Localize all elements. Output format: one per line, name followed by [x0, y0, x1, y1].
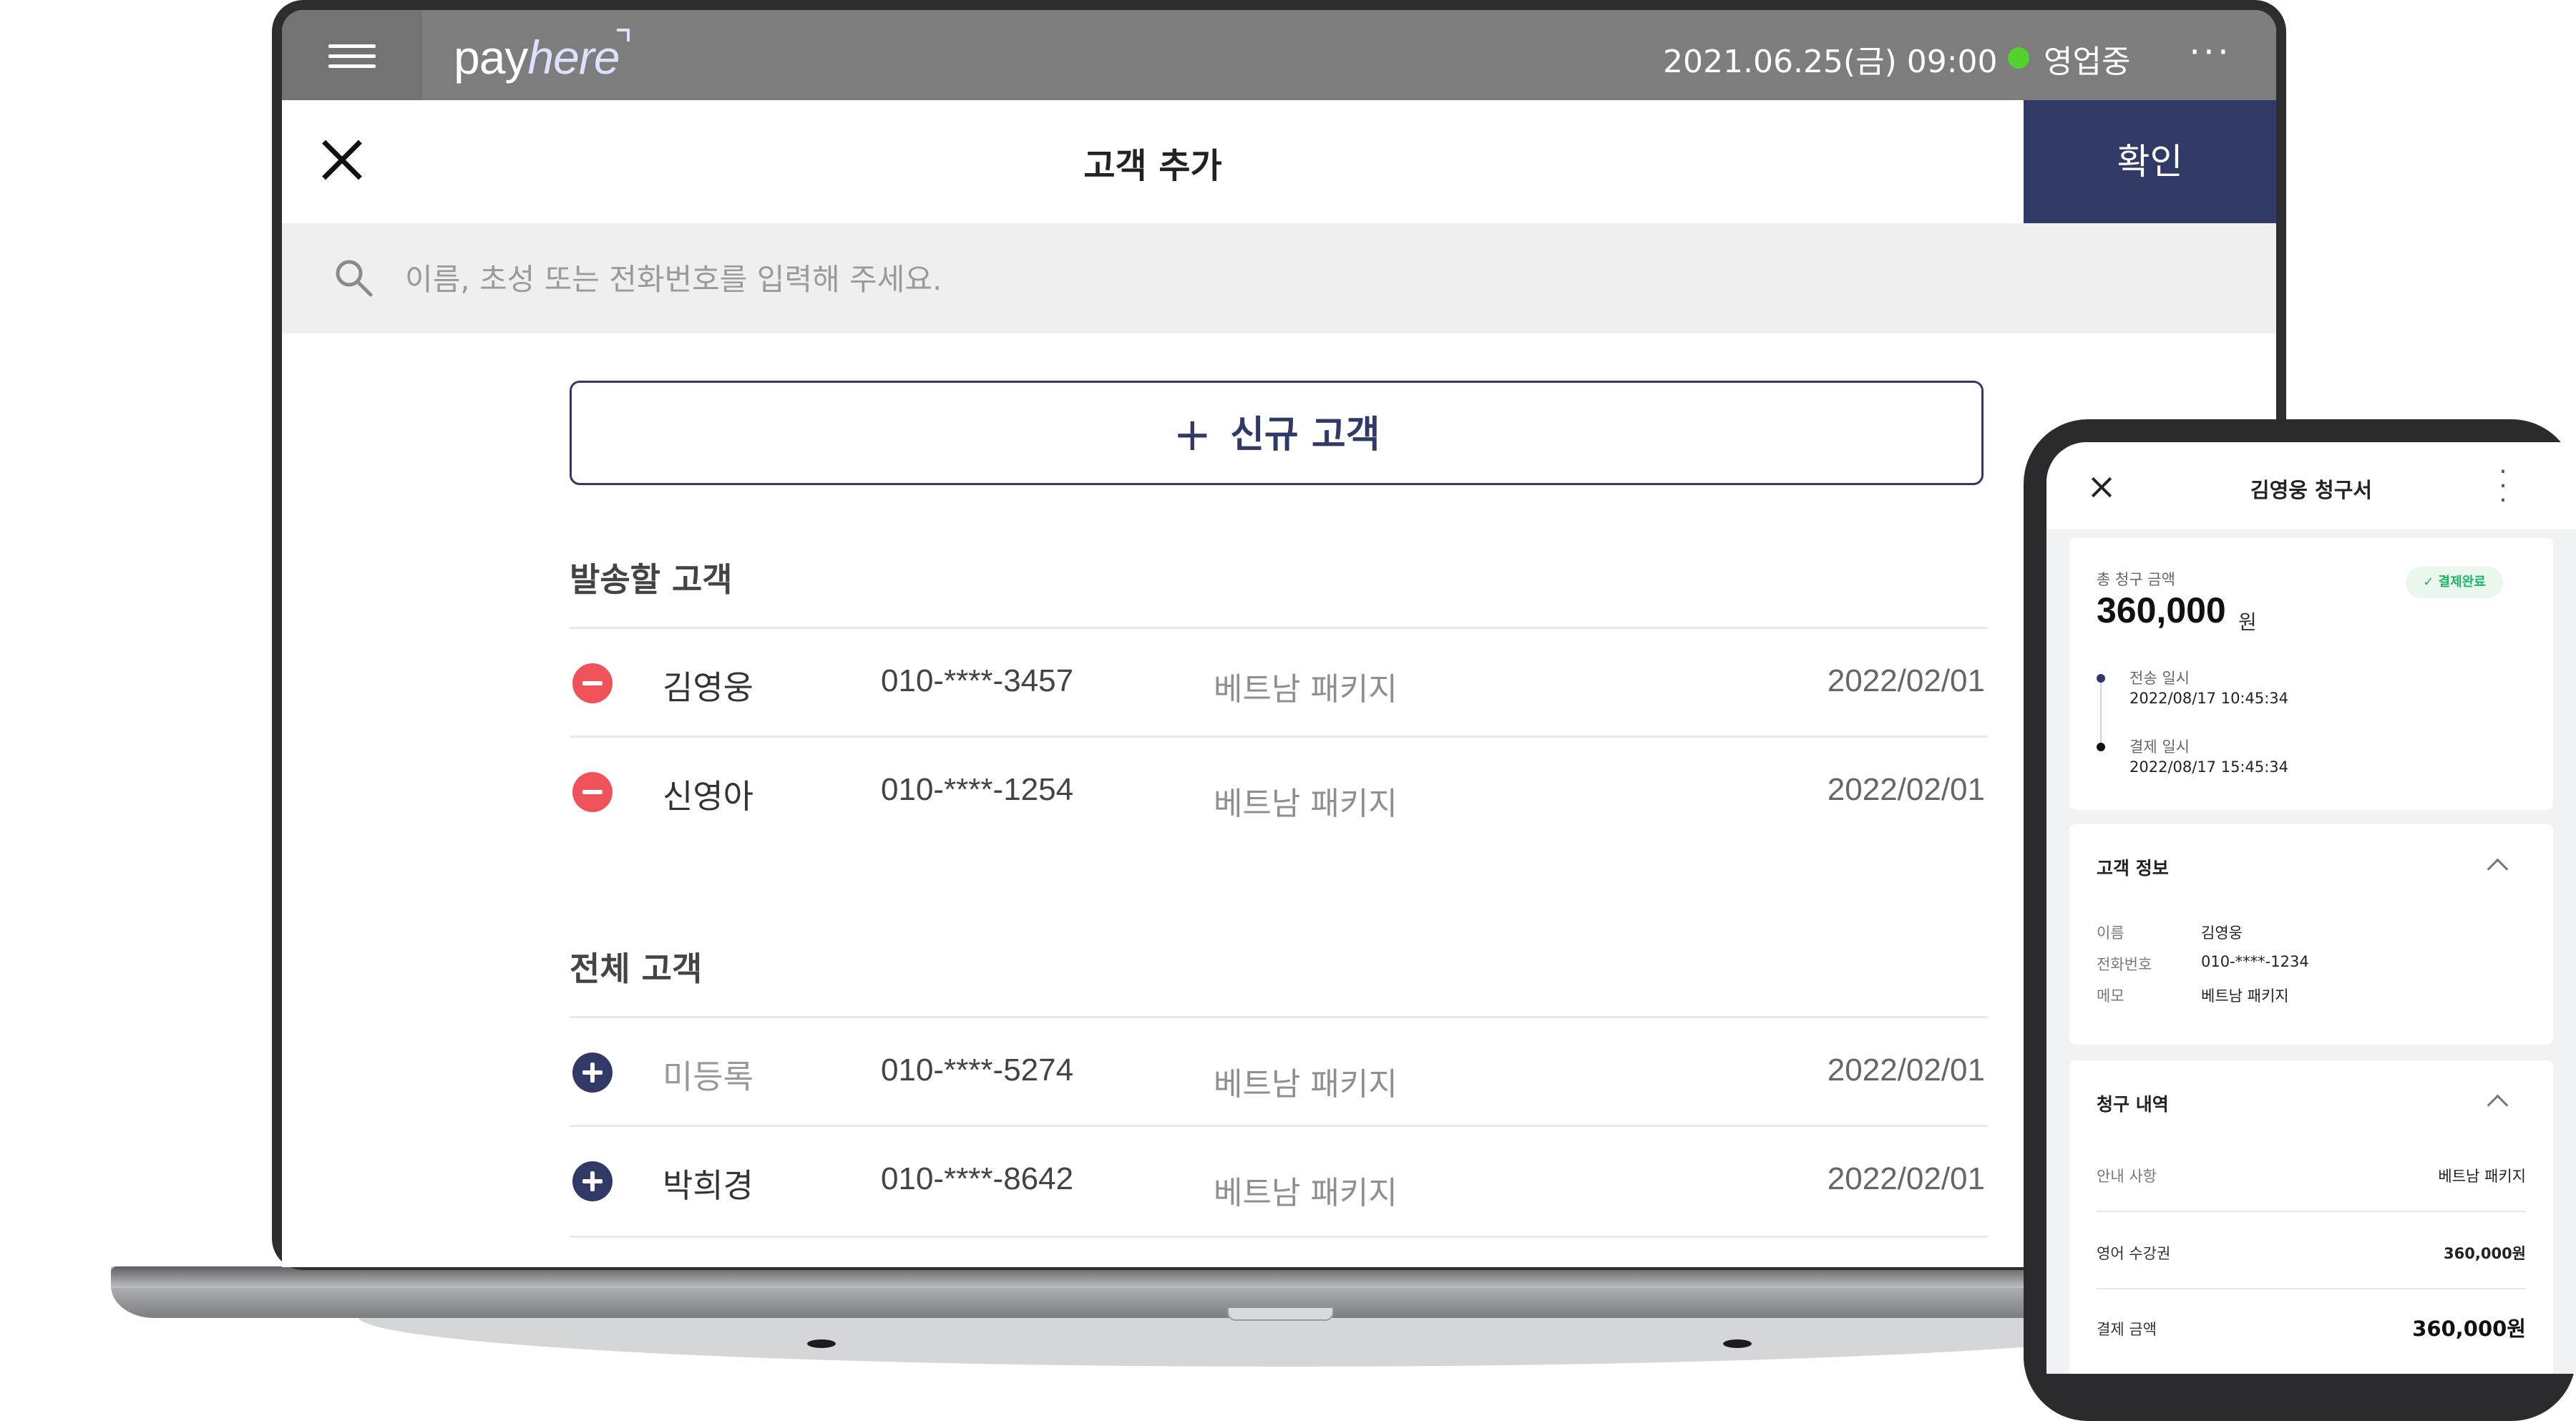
hamburger-menu-icon[interactable] [282, 10, 422, 100]
dialog-header: 고객 추가 확인 [282, 100, 2276, 225]
divider [2097, 1211, 2526, 1212]
remove-circle-icon[interactable] [572, 772, 613, 812]
logo-corner-mark [617, 29, 630, 41]
invoice-header: 김영웅 청구서 · · · [2046, 442, 2576, 529]
customer-name: 김영웅 [663, 668, 753, 707]
billing-title: 청구 내역 [2097, 1094, 2169, 1115]
add-circle-icon[interactable] [572, 1053, 613, 1093]
info-value: 010-****-1234 [2201, 953, 2309, 970]
customer-memo: 베트남 패키지 [1214, 1066, 1397, 1103]
billing-card: 청구 내역 안내 사항 베트남 패키지 영어 수강권 360,000원 결제 금… [2069, 1060, 2553, 1374]
plus-icon: + [1173, 409, 1212, 462]
billing-label: 영어 수강권 [2097, 1245, 2171, 1262]
search-icon [336, 260, 373, 297]
payhere-logo: payhere [454, 31, 620, 84]
chevron-up-icon[interactable] [2487, 1094, 2509, 1116]
billing-value: 베트남 패키지 [2438, 1168, 2526, 1185]
paid-label: 결제 일시 [2129, 738, 2190, 756]
send-customer-row[interactable]: 김영웅 010-****-3457 베트남 패키지 2022/02/01 [570, 627, 1988, 738]
laptop-foot-right [1723, 1339, 1752, 1348]
send-customer-row[interactable]: 신영아 010-****-1254 베트남 패키지 2022/02/01 [570, 736, 1988, 846]
laptop-screen: payhere 2021.06.25(금) 09:00 영업중 ··· 고객 추… [282, 10, 2276, 1267]
customer-name: 신영아 [663, 777, 753, 816]
new-customer-label: 신규 고객 [1230, 414, 1380, 456]
new-customer-button[interactable]: + 신규 고객 [570, 381, 1984, 485]
app-top-bar: payhere 2021.06.25(금) 09:00 영업중 ··· [282, 10, 2276, 100]
customer-date: 2022/02/01 [1827, 663, 1985, 698]
billing-label: 결제 금액 [2097, 1321, 2157, 1338]
paid-datetime: 2022/08/17 15:45:34 [2129, 758, 2289, 776]
timeline-line [2100, 678, 2102, 743]
laptop-shadow [358, 1317, 2218, 1367]
info-label: 이름 [2097, 924, 2124, 942]
chevron-up-icon[interactable] [2487, 858, 2509, 880]
current-datetime: 2021.06.25(금) 09:00 [1663, 44, 1998, 80]
confirm-button[interactable]: 확인 [2024, 100, 2276, 223]
customer-date: 2022/02/01 [1827, 772, 1985, 807]
total-label: 총 청구 금액 [2097, 571, 2175, 588]
customer-memo: 베트남 패키지 [1214, 786, 1397, 822]
billing-value: 360,000원 [2444, 1245, 2526, 1262]
customer-date: 2022/02/01 [1827, 1053, 1985, 1088]
all-customer-row[interactable]: 박희경 010-****-8642 베트남 패키지 2022/02/01 [570, 1125, 1988, 1238]
invoice-summary-card: 총 청구 금액 360,000 원 ✓ 결제완료 전송 일시 2022/08/1… [2069, 538, 2553, 810]
page-title: 고객 추가 [1083, 146, 1222, 186]
payment-complete-badge: ✓ 결제완료 [2406, 567, 2503, 598]
status-dot-icon [2008, 47, 2029, 69]
store-status: 영업중 [2044, 44, 2131, 80]
search-bar [282, 223, 2276, 333]
timeline-dot-icon [2097, 674, 2105, 683]
timeline-dot-icon [2097, 743, 2105, 751]
phone-screen: 김영웅 청구서 · · · 총 청구 금액 360,000 원 ✓ 결제완료 전송 … [2046, 442, 2576, 1374]
customer-phone: 010-****-5274 [881, 1053, 1074, 1088]
customer-info-title: 고객 정보 [2097, 858, 2169, 879]
total-amount: 360,000 [2097, 590, 2226, 630]
customer-name: 미등록 [663, 1058, 753, 1096]
laptop-notch [1227, 1308, 1334, 1321]
send-section-title: 발송할 고객 [570, 560, 733, 599]
customer-phone: 010-****-8642 [881, 1161, 1074, 1196]
laptop-foot-left [807, 1339, 836, 1348]
total-unit: 원 [2238, 610, 2257, 634]
check-circle-icon: ✓ [2423, 575, 2439, 590]
add-circle-icon[interactable] [572, 1161, 613, 1201]
payment-total-value: 360,000원 [2412, 1317, 2526, 1341]
all-customer-row[interactable]: 미등록 010-****-5274 베트남 패키지 2022/02/01 [570, 1016, 1988, 1127]
customer-memo: 베트남 패키지 [1214, 671, 1397, 708]
customer-name: 박희경 [663, 1166, 753, 1205]
divider [2097, 1288, 2526, 1289]
customer-date: 2022/02/01 [1827, 1161, 1985, 1196]
customer-phone: 010-****-3457 [881, 663, 1074, 698]
sent-datetime: 2022/08/17 10:45:34 [2129, 690, 2289, 707]
info-label: 메모 [2097, 987, 2124, 1005]
info-label: 전화번호 [2097, 956, 2152, 973]
customer-phone: 010-****-1254 [881, 772, 1074, 807]
info-value: 베트남 패키지 [2201, 987, 2289, 1005]
sent-label: 전송 일시 [2129, 670, 2190, 687]
more-options-icon[interactable]: ··· [2185, 31, 2235, 74]
info-value: 김영웅 [2201, 924, 2243, 942]
remove-circle-icon[interactable] [572, 663, 613, 703]
search-input[interactable] [404, 253, 1480, 305]
more-vertical-icon[interactable]: · · · [2490, 459, 2516, 514]
billing-label: 안내 사항 [2097, 1168, 2157, 1185]
all-section-title: 전체 고객 [570, 949, 703, 988]
customer-info-card: 고객 정보 이름 김영웅 전화번호 010-****-1234 메모 베트남 패… [2069, 824, 2553, 1045]
customer-memo: 베트남 패키지 [1214, 1175, 1397, 1211]
